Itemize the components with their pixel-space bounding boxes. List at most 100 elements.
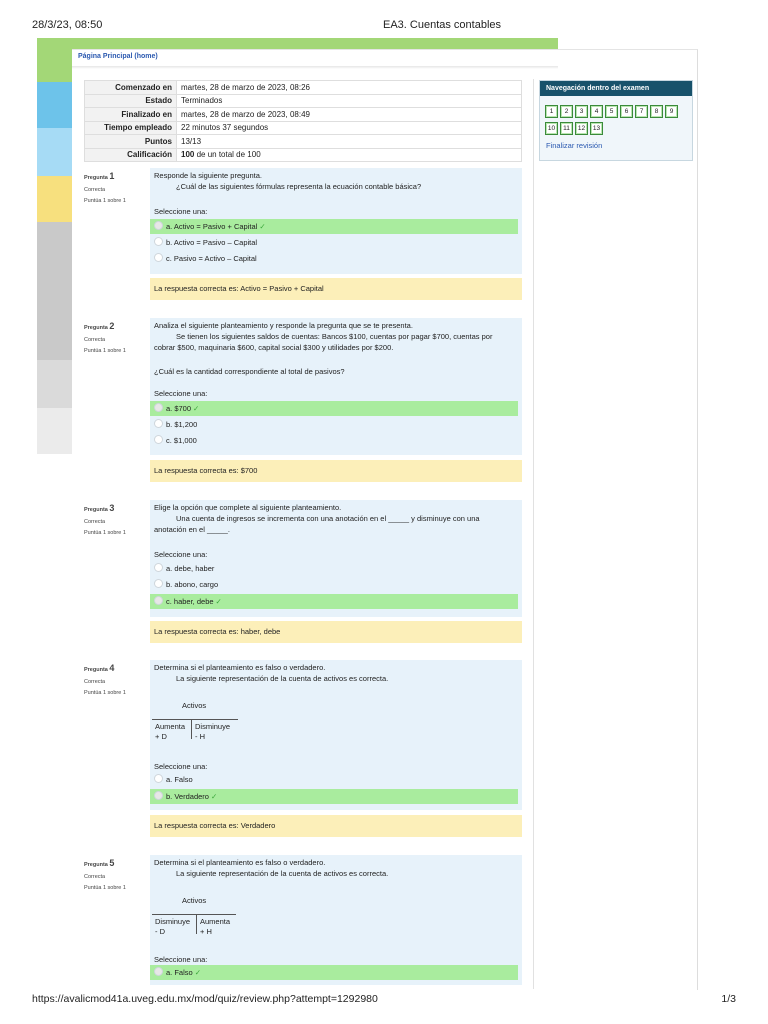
answer-option-a[interactable]: a. Falso — [150, 772, 518, 787]
question-nav-buttons: 1 2 3 4 5 6 7 8 9 10 11 12 13 — [545, 105, 690, 139]
question-prompt-cont: cobrar $500, maquinaria $600, capital so… — [154, 342, 394, 352]
radio-icon[interactable] — [154, 237, 163, 246]
nav-question-button[interactable]: 7 — [635, 105, 648, 118]
radio-icon[interactable] — [154, 563, 163, 572]
print-page-number: 1/3 — [721, 993, 736, 1005]
question-prompt: Se tienen los siguientes saldos de cuent… — [176, 331, 493, 341]
answer-option-c[interactable]: c. $1,000 — [150, 433, 518, 448]
check-icon: ✓ — [210, 792, 218, 801]
select-prompt: Seleccione una: — [154, 955, 208, 964]
question-prompt-cont: anotación en el _____. — [154, 524, 230, 534]
nav-question-button[interactable]: 2 — [560, 105, 573, 118]
summary-value: Terminados — [176, 93, 522, 108]
answer-option-c[interactable]: c. haber, debe ✓ — [150, 594, 518, 609]
question-number: Pregunta 2 — [84, 321, 115, 331]
nav-question-button[interactable]: 6 — [620, 105, 633, 118]
question-content: Responde la siguiente pregunta. ¿Cuál de… — [150, 168, 522, 274]
theme-stripe-gray — [37, 222, 72, 360]
check-icon: ✓ — [259, 222, 266, 231]
radio-icon[interactable] — [154, 253, 163, 262]
question-info: Pregunta 3 Correcta Puntúa 1 sobre 1 — [84, 500, 146, 538]
radio-icon[interactable] — [154, 967, 163, 976]
question-text: Determina si el planteamiento es falso o… — [154, 663, 388, 685]
summary-row: Calificación 100 de un total de 100 — [84, 147, 522, 162]
nav-question-button[interactable]: 5 — [605, 105, 618, 118]
summary-label: Calificación — [84, 147, 177, 162]
nav-question-button[interactable]: 1 — [545, 105, 558, 118]
radio-icon[interactable] — [154, 774, 163, 783]
question-state: Correcta — [84, 679, 106, 686]
question-number: Pregunta 4 — [84, 663, 115, 673]
nav-question-button[interactable]: 4 — [590, 105, 603, 118]
print-url: https://avalicmod41a.uveg.edu.mx/mod/qui… — [32, 993, 378, 1005]
option-label: c. Pasivo = Activo – Capital — [166, 254, 257, 263]
answer-option-b[interactable]: b. Activo = Pasivo – Capital — [150, 235, 518, 250]
question-text: Elige la opción que complete al siguient… — [154, 503, 480, 536]
answer-option-a[interactable]: a. $700 ✓ — [150, 401, 518, 416]
t-account-left: Aumenta + D — [155, 722, 186, 742]
finish-review-link[interactable]: Finalizar revisión — [546, 141, 602, 150]
question-content: Determina si el planteamiento es falso o… — [150, 660, 522, 810]
correct-answer-feedback: La respuesta correcta es: $700 — [150, 460, 522, 482]
nav-question-button[interactable]: 13 — [590, 122, 603, 135]
radio-icon[interactable] — [154, 579, 163, 588]
summary-row: Tiempo empleado 22 minutos 37 segundos — [84, 120, 522, 135]
question-text: Responde la siguiente pregunta. ¿Cuál de… — [154, 171, 421, 193]
question-prompt: ¿Cuál de las siguientes fórmulas represe… — [176, 181, 422, 191]
nav-question-button[interactable]: 8 — [650, 105, 663, 118]
theme-stripe-blue — [37, 82, 72, 128]
question-intro: Analiza el siguiente planteamiento y res… — [154, 321, 413, 330]
nav-question-button[interactable]: 10 — [545, 122, 558, 135]
radio-icon[interactable] — [154, 596, 163, 605]
correct-answer-feedback: La respuesta correcta es: Activo = Pasiv… — [150, 278, 522, 300]
radio-icon[interactable] — [154, 791, 163, 800]
question-points: Puntúa 1 sobre 1 — [84, 347, 126, 354]
option-label: a. $700 — [166, 404, 192, 413]
answer-option-c[interactable]: c. Pasivo = Activo – Capital — [150, 251, 518, 266]
grade-total: de un total de 100 — [194, 150, 261, 160]
question-number: Pregunta 3 — [84, 503, 115, 513]
option-label: a. Falso — [166, 775, 193, 784]
question-content: Determina si el planteamiento es falso o… — [150, 855, 522, 985]
column-divider — [533, 79, 534, 989]
nav-question-button[interactable]: 12 — [575, 122, 588, 135]
radio-icon[interactable] — [154, 221, 163, 230]
radio-icon[interactable] — [154, 419, 163, 428]
nav-question-button[interactable]: 9 — [665, 105, 678, 118]
nav-question-button[interactable]: 3 — [575, 105, 588, 118]
answer-option-b[interactable]: b. Verdadero ✓ — [150, 789, 518, 804]
question-prompt: La siguiente representación de la cuenta… — [176, 673, 389, 683]
theme-stripe-green — [37, 38, 72, 82]
t-account-diagram: Activos Disminuye - D Aumenta + H — [152, 896, 242, 941]
summary-value: 13/13 — [176, 134, 522, 149]
select-prompt: Seleccione una: — [154, 389, 208, 398]
question-text: Analiza el siguiente planteamiento y res… — [154, 321, 492, 354]
option-label: b. abono, cargo — [166, 580, 219, 589]
summary-row: Estado Terminados — [84, 93, 522, 108]
summary-label: Puntos — [84, 134, 177, 149]
radio-icon[interactable] — [154, 435, 163, 444]
question-points: Puntúa 1 sobre 1 — [84, 689, 126, 696]
theme-stripe-lightgray — [37, 360, 72, 408]
grade-score: 100 — [181, 150, 195, 160]
question-content: Elige la opción que complete al siguient… — [150, 500, 522, 617]
breadcrumb-home[interactable]: Página Principal (home) — [78, 53, 158, 60]
nav-question-button[interactable]: 11 — [560, 122, 573, 135]
answer-option-a[interactable]: a. Activo = Pasivo + Capital ✓ — [150, 219, 518, 234]
question-info: Pregunta 2 Correcta Puntúa 1 sobre 1 — [84, 318, 146, 356]
answer-option-b[interactable]: b. $1,200 — [150, 417, 518, 432]
t-account-top-line — [152, 719, 238, 720]
option-label: c. haber, debe — [166, 597, 214, 606]
theme-stripe-yellow — [37, 176, 72, 222]
question-5: Pregunta 5 Correcta Puntúa 1 sobre 1 Det… — [84, 855, 522, 985]
question-intro: Determina si el planteamiento es falso o… — [154, 858, 326, 867]
radio-icon[interactable] — [154, 403, 163, 412]
answer-option-a[interactable]: a. Falso ✓ — [150, 965, 518, 980]
summary-label: Comenzado en — [84, 80, 177, 95]
question-number: Pregunta 1 — [84, 171, 115, 181]
answer-option-a[interactable]: a. debe, haber — [150, 561, 518, 576]
question-state: Correcta — [84, 874, 106, 881]
correct-answer-feedback: La respuesta correcta es: haber, debe — [150, 621, 522, 643]
answer-option-b[interactable]: b. abono, cargo — [150, 577, 518, 592]
question-intro: Responde la siguiente pregunta. — [154, 171, 262, 180]
